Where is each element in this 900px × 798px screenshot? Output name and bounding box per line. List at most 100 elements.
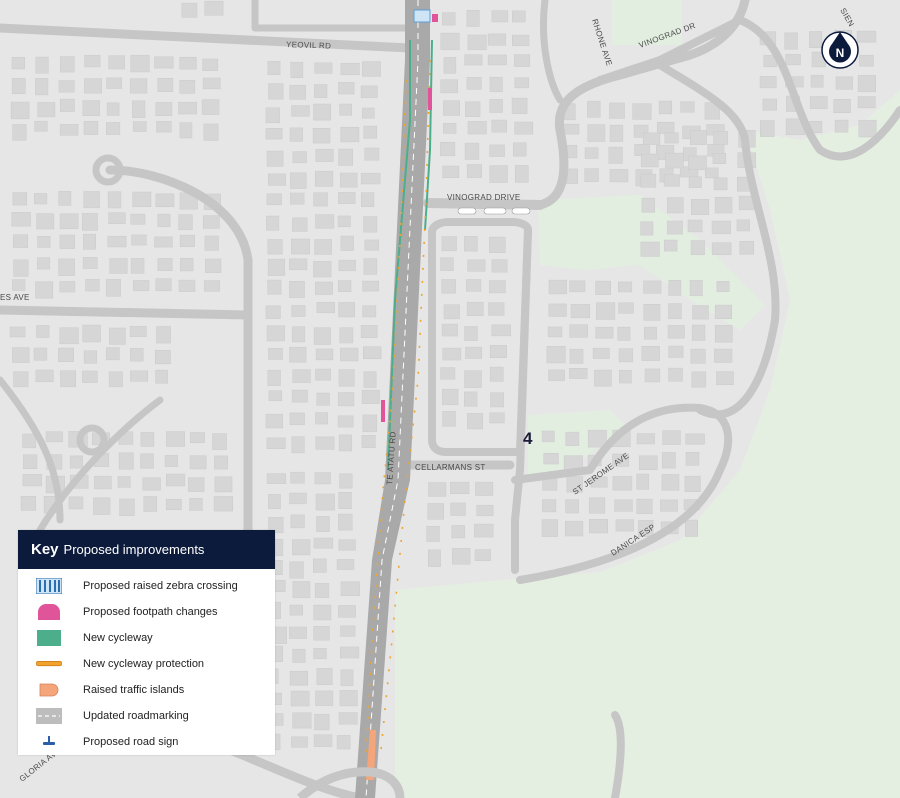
building-footprint bbox=[489, 144, 505, 157]
legend-item-zebra: Proposed raised zebra crossing bbox=[18, 573, 275, 599]
building-footprint bbox=[465, 346, 482, 359]
building-footprint bbox=[178, 214, 193, 231]
building-footprint bbox=[491, 324, 512, 337]
building-footprint bbox=[340, 669, 354, 687]
building-footprint bbox=[641, 197, 656, 213]
building-footprint bbox=[290, 61, 304, 78]
building-footprint bbox=[711, 242, 732, 255]
building-footprint bbox=[164, 455, 178, 467]
building-footprint bbox=[130, 370, 148, 382]
building-footprint bbox=[513, 142, 527, 157]
building-footprint bbox=[313, 537, 334, 549]
building-footprint bbox=[441, 279, 456, 294]
building-footprint bbox=[266, 215, 280, 231]
building-footprint bbox=[636, 473, 650, 490]
building-footprint bbox=[130, 258, 145, 274]
building-footprint bbox=[202, 58, 219, 71]
building-footprint bbox=[542, 499, 557, 513]
building-footprint bbox=[592, 347, 610, 359]
road-es-ave bbox=[0, 305, 253, 320]
building-footprint bbox=[609, 124, 624, 142]
building-footprint bbox=[736, 219, 750, 232]
building-footprint bbox=[59, 327, 79, 345]
building-footprint bbox=[451, 548, 471, 565]
building-footprint bbox=[290, 514, 305, 529]
building-footprint bbox=[338, 492, 352, 509]
building-footprint bbox=[60, 370, 76, 388]
building-footprint bbox=[157, 213, 171, 228]
building-footprint bbox=[83, 191, 100, 209]
building-footprint bbox=[268, 348, 283, 360]
building-footprint bbox=[541, 519, 558, 537]
building-footprint bbox=[165, 498, 182, 510]
building-footprint bbox=[337, 215, 351, 228]
building-footprint bbox=[201, 99, 220, 115]
building-footprint bbox=[614, 499, 633, 512]
building-footprint bbox=[20, 496, 36, 511]
building-footprint bbox=[142, 477, 161, 491]
building-footprint bbox=[58, 258, 75, 276]
building-footprint bbox=[360, 325, 378, 339]
building-footprint bbox=[189, 455, 207, 470]
building-footprint bbox=[83, 233, 96, 250]
building-footprint bbox=[565, 499, 579, 514]
building-footprint bbox=[685, 519, 699, 537]
building-footprint bbox=[595, 326, 614, 339]
building-footprint bbox=[313, 626, 330, 641]
building-footprint bbox=[267, 258, 286, 276]
building-footprint bbox=[563, 455, 583, 470]
building-footprint bbox=[594, 369, 612, 387]
building-footprint bbox=[265, 128, 283, 140]
building-footprint bbox=[340, 235, 354, 251]
building-footprint bbox=[132, 121, 147, 132]
building-footprint bbox=[687, 219, 703, 233]
building-footprint bbox=[204, 0, 224, 16]
building-footprint bbox=[266, 150, 284, 167]
building-footprint bbox=[156, 326, 171, 344]
building-footprint bbox=[37, 236, 51, 248]
building-footprint bbox=[691, 371, 707, 388]
building-footprint bbox=[548, 303, 567, 317]
legend-label: Proposed road sign bbox=[83, 736, 179, 748]
building-footprint bbox=[565, 520, 584, 537]
legend-label: New cycleway protection bbox=[83, 658, 205, 670]
building-footprint bbox=[362, 305, 377, 318]
building-footprint bbox=[668, 280, 682, 296]
building-footprint bbox=[313, 604, 332, 621]
building-footprint bbox=[587, 124, 606, 142]
building-footprint bbox=[714, 325, 733, 343]
building-footprint bbox=[692, 305, 709, 320]
building-footprint bbox=[487, 33, 507, 46]
building-footprint bbox=[289, 626, 307, 639]
building-footprint bbox=[338, 259, 356, 272]
building-footprint bbox=[440, 79, 458, 94]
building-footprint bbox=[441, 323, 458, 337]
building-footprint bbox=[475, 481, 494, 496]
building-footprint bbox=[426, 526, 440, 542]
building-footprint bbox=[340, 62, 360, 76]
building-footprint bbox=[202, 215, 220, 229]
building-footprint bbox=[689, 280, 703, 297]
building-footprint bbox=[541, 430, 555, 443]
building-footprint bbox=[106, 102, 120, 116]
building-footprint bbox=[440, 32, 460, 51]
building-footprint bbox=[716, 371, 734, 385]
building-footprint bbox=[858, 119, 877, 138]
building-footprint bbox=[785, 54, 801, 66]
building-footprint bbox=[154, 350, 171, 365]
building-footprint bbox=[36, 257, 51, 270]
building-footprint bbox=[338, 434, 353, 452]
building-footprint bbox=[514, 165, 529, 183]
building-footprint bbox=[338, 82, 355, 95]
building-footprint bbox=[132, 100, 146, 118]
building-footprint bbox=[107, 235, 127, 248]
building-footprint bbox=[443, 57, 457, 74]
legend-item-roadmarking: Updated roadmarking bbox=[18, 703, 275, 729]
building-footprint bbox=[442, 12, 456, 26]
building-footprint bbox=[109, 327, 126, 345]
building-footprint bbox=[292, 581, 311, 599]
building-footprint bbox=[667, 197, 684, 214]
building-footprint bbox=[340, 347, 359, 362]
building-footprint bbox=[289, 670, 309, 686]
building-footprint bbox=[476, 504, 494, 517]
